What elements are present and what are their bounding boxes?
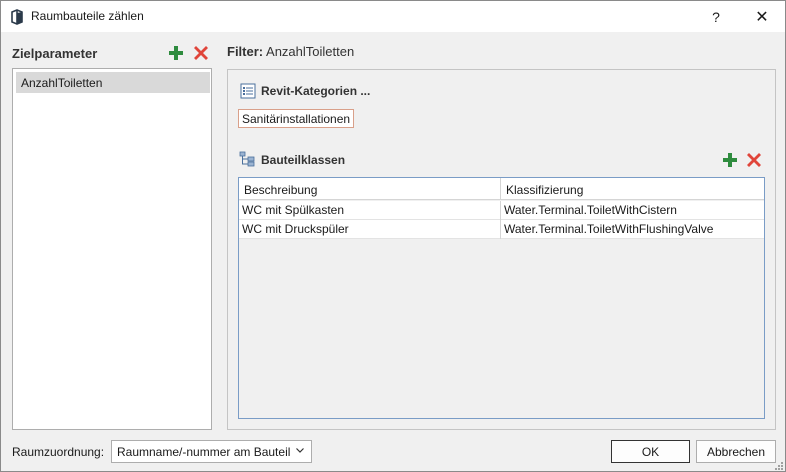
- list-icon: [240, 83, 256, 99]
- help-button[interactable]: ?: [693, 1, 739, 32]
- title-bar: Raumbauteile zählen ? ✕: [1, 1, 785, 32]
- table-row[interactable]: WC mit Druckspüler Water.Terminal.Toilet…: [239, 220, 764, 239]
- room-assignment-value: Raumname/-nummer am Bauteil: [117, 445, 291, 459]
- component-classes-heading: Bauteilklassen: [261, 153, 346, 167]
- category-chip[interactable]: Sanitärinstallationen: [238, 109, 355, 128]
- add-icon[interactable]: [169, 46, 183, 60]
- window-title: Raumbauteile zählen: [31, 9, 144, 23]
- filter-value: AnzahlToiletten: [266, 44, 355, 59]
- filter-heading: Filter: AnzahlToiletten: [227, 44, 354, 59]
- cancel-button[interactable]: Abbrechen: [696, 440, 776, 463]
- column-header-description[interactable]: Beschreibung: [239, 178, 501, 200]
- dialog-window: Raumbauteile zählen ? ✕ Zielparameter An…: [0, 0, 786, 472]
- component-classes-table[interactable]: Beschreibung Klassifizierung WC mit Spül…: [238, 177, 765, 419]
- cancel-button-label: Abbrechen: [706, 444, 766, 459]
- tree-icon: [239, 151, 255, 167]
- filter-label: Filter:: [227, 44, 264, 59]
- room-assignment-select[interactable]: Raumname/-nummer am Bauteil: [111, 440, 312, 463]
- ok-button[interactable]: OK: [611, 440, 690, 463]
- list-item-label: AnzahlToiletten: [21, 76, 103, 90]
- table-header: Beschreibung Klassifizierung: [239, 178, 764, 200]
- resize-grip-icon[interactable]: [772, 459, 784, 471]
- help-icon: ?: [712, 8, 720, 25]
- target-parameter-list[interactable]: AnzahlToiletten: [12, 68, 212, 430]
- column-header-classification[interactable]: Klassifizierung: [501, 178, 764, 200]
- target-parameter-heading: Zielparameter: [12, 46, 98, 61]
- delete-icon[interactable]: [194, 46, 208, 60]
- table-cell[interactable]: Water.Terminal.ToiletWithFlushingValve: [501, 220, 764, 239]
- table-row[interactable]: WC mit Spülkasten Water.Terminal.ToiletW…: [239, 201, 764, 220]
- table-cell[interactable]: Water.Terminal.ToiletWithCistern: [501, 201, 764, 220]
- list-item[interactable]: AnzahlToiletten: [16, 72, 210, 93]
- chevron-down-icon: [296, 448, 304, 453]
- room-assignment-label: Raumzuordnung:: [12, 445, 105, 459]
- add-icon[interactable]: [723, 153, 737, 167]
- table-cell[interactable]: WC mit Druckspüler: [239, 220, 501, 239]
- close-button[interactable]: ✕: [739, 1, 785, 32]
- close-icon: ✕: [755, 8, 769, 26]
- ok-button-label: OK: [641, 444, 660, 459]
- delete-icon[interactable]: [747, 153, 761, 167]
- table-cell[interactable]: WC mit Spülkasten: [239, 201, 501, 220]
- app-icon: [11, 9, 23, 25]
- revit-categories-link[interactable]: Revit-Kategorien ...: [261, 84, 370, 98]
